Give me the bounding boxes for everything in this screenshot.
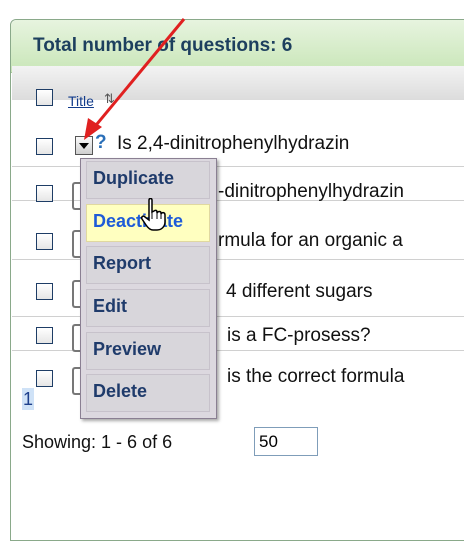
showing-range-text: Showing: 1 - 6 of 6 [22,432,173,452]
page-size-input[interactable] [254,427,318,456]
pagination-page-1[interactable]: 1 [22,388,34,410]
